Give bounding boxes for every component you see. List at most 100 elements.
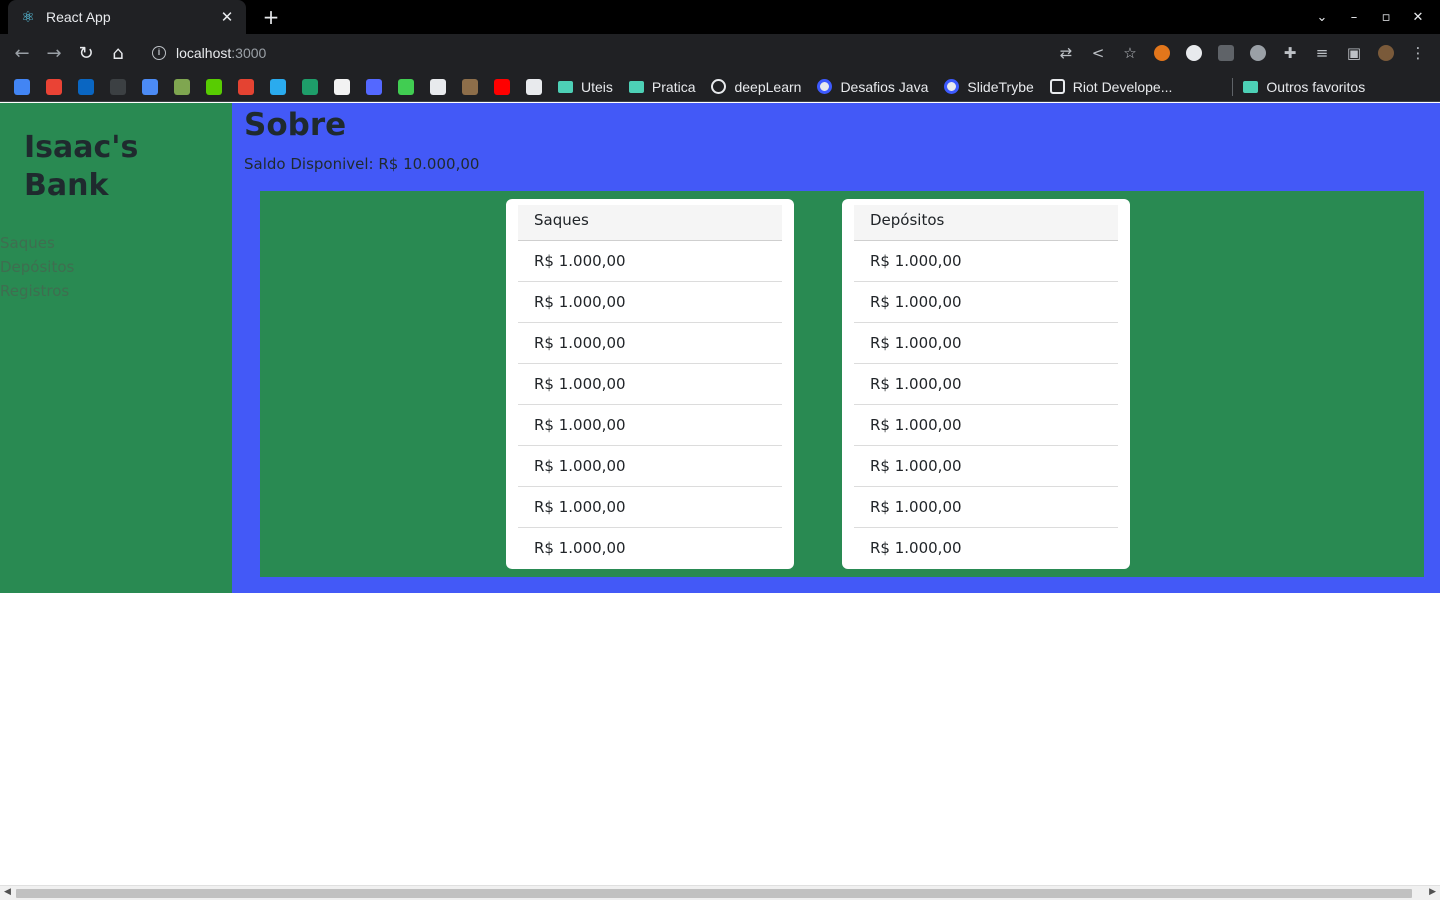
telegram-icon[interactable] [270, 78, 286, 95]
metamask-icon[interactable] [1146, 37, 1178, 69]
sidebar: Isaac's Bank Saques Depósitos Registros [0, 103, 232, 593]
reading-list-icon[interactable]: ≡ [1306, 37, 1338, 69]
sidebar-item-depositos[interactable]: Depósitos [0, 255, 74, 279]
card-saques: Saques R$ 1.000,00 R$ 1.000,00 R$ 1.000,… [506, 199, 794, 569]
list-item: R$ 1.000,00 [518, 323, 782, 364]
reload-icon[interactable]: ↻ [70, 37, 102, 69]
vscode-icon[interactable] [302, 78, 318, 95]
side-panel-icon[interactable]: ▣ [1338, 37, 1370, 69]
dev-icon[interactable] [366, 78, 382, 95]
translate-icon[interactable]: ⇄ [1050, 37, 1082, 69]
folder-icon [628, 80, 644, 93]
poop-icon[interactable] [462, 78, 478, 95]
bookmark-label: Pratica [651, 78, 696, 95]
bookmark-slidetrybe[interactable]: SlideTrybe [944, 78, 1034, 95]
bookmarks-separator [1232, 77, 1234, 96]
tab-react-app[interactable]: ⚛ React App ✕ [8, 0, 246, 34]
list-item: R$ 1.000,00 [518, 364, 782, 405]
list-item: R$ 1.000,00 [854, 446, 1118, 487]
bookmark-label: Desafios Java [840, 78, 929, 95]
forward-arrow-icon[interactable]: → [38, 37, 70, 69]
menu-kebab-icon[interactable]: ⋮ [1402, 37, 1434, 69]
toolbar-actions: ⇄ < ☆ ✚ ≡ ▣ ⋮ [1050, 37, 1434, 69]
list-item: R$ 1.000,00 [854, 487, 1118, 528]
list-item: R$ 1.000,00 [518, 282, 782, 323]
camera-extension-icon[interactable] [1210, 37, 1242, 69]
scroll-right-icon[interactable]: ▶ [1429, 887, 1436, 897]
react-logo-icon: ⚛ [21, 8, 35, 26]
youtube-icon[interactable] [494, 78, 510, 95]
list-item: R$ 1.000,00 [534, 539, 626, 557]
bookmark-riot-develope[interactable]: Riot Develope... [1049, 78, 1173, 95]
horizontal-scrollbar[interactable]: ◀ ▶ [0, 885, 1440, 900]
tab-title: React App [46, 9, 111, 25]
bookmark-desafios-java[interactable]: Desafios Java [817, 79, 928, 95]
list-item: R$ 1.000,00 [518, 241, 782, 282]
site-info-icon[interactable]: i [152, 46, 166, 60]
scroll-left-icon[interactable]: ◀ [4, 887, 11, 897]
list-item: R$ 1.000,00 [518, 487, 782, 528]
list-item: R$ 1.000,00 [854, 323, 1118, 364]
todo-icon[interactable] [238, 78, 254, 95]
sidebar-nav: Saques Depósitos Registros [0, 231, 74, 303]
browser-toolbar: ← → ↻ ⌂ i localhost:3000 ⇄ < ☆ ✚ ≡ ▣ ⋮ [0, 34, 1440, 72]
list-item: R$ 1.000,00 [854, 241, 1118, 282]
list-item: R$ 1.000,00 [870, 539, 962, 557]
app-page: Isaac's Bank Saques Depósitos Registros … [0, 103, 1440, 593]
card-header: Saques [518, 205, 782, 241]
ninja-icon[interactable] [526, 78, 542, 95]
bookmarks-bar: Uteis Pratica deepLearn Desafios Java SlideT… [0, 72, 1440, 102]
globe-icon [711, 79, 727, 94]
list-item: R$ 1.000,00 [854, 364, 1118, 405]
bookmark-uteis[interactable]: Uteis [558, 79, 613, 95]
profile-avatar[interactable] [1370, 37, 1402, 69]
balance-text: Saldo Disponivel: R$ 10.000,00 [244, 155, 480, 173]
sidebar-item-saques[interactable]: Saques [0, 231, 74, 255]
list-item: R$ 1.000,00 [854, 405, 1118, 446]
bookmark-deeplearn[interactable]: deepLearn [711, 79, 801, 95]
card-header: Depósitos [854, 205, 1118, 241]
extensions-puzzle-icon[interactable]: ✚ [1274, 37, 1306, 69]
scrollbar-thumb[interactable] [16, 889, 1412, 898]
cards-panel: Saques R$ 1.000,00 R$ 1.000,00 R$ 1.000,… [260, 191, 1424, 577]
gmail-icon[interactable] [46, 78, 62, 95]
k-icon[interactable] [142, 78, 158, 95]
card-rows: R$ 1.000,00 R$ 1.000,00 R$ 1.000,00 R$ 1… [518, 241, 782, 569]
new-tab-button[interactable]: + [258, 4, 284, 30]
tab-close-icon[interactable]: ✕ [218, 8, 236, 26]
address-bar[interactable]: i localhost:3000 [140, 38, 1140, 68]
linkedin-icon[interactable] [78, 78, 94, 95]
github-icon[interactable] [110, 78, 126, 95]
brand-title: Isaac's Bank [24, 130, 139, 203]
back-arrow-icon[interactable]: ← [6, 37, 38, 69]
owl-icon[interactable] [206, 78, 222, 95]
sidebar-item-registros[interactable]: Registros [0, 279, 74, 303]
card-depositos: Depósitos R$ 1.000,00 R$ 1.000,00 R$ 1.0… [842, 199, 1130, 569]
figma-icon[interactable] [334, 78, 350, 95]
add-extension-icon[interactable] [1178, 37, 1210, 69]
main-content: Sobre Saldo Disponivel: R$ 10.000,00 Saq… [232, 103, 1440, 593]
url-host: localhost [176, 45, 232, 61]
star-icon[interactable]: ☆ [1114, 37, 1146, 69]
tab-strip: ⚛ React App ✕ + ⌄ – ▫ ✕ [0, 0, 1440, 34]
close-window-icon[interactable]: ✕ [1402, 10, 1434, 25]
mask-icon[interactable] [430, 78, 446, 95]
site-icon [944, 79, 960, 94]
folder-icon [1243, 80, 1259, 93]
tab-search-icon[interactable]: ⌄ [1306, 10, 1338, 25]
mask-extension-icon[interactable] [1242, 37, 1274, 69]
other-favorites-folder[interactable]: Outros favoritos [1243, 79, 1365, 95]
calendar-icon[interactable] [14, 78, 30, 95]
list-item: R$ 1.000,00 [854, 282, 1118, 323]
bookmark-label: SlideTrybe [967, 78, 1034, 95]
qt-icon[interactable] [398, 78, 414, 95]
home-icon[interactable]: ⌂ [102, 37, 134, 69]
maximize-icon[interactable]: ▫ [1370, 10, 1402, 25]
page-title: Sobre [244, 107, 347, 143]
minimize-icon[interactable]: – [1338, 10, 1370, 25]
share-icon[interactable]: < [1082, 37, 1114, 69]
bookmark-label: Riot Develope... [1072, 78, 1173, 95]
chess-icon[interactable] [174, 78, 190, 95]
bookmark-pratica[interactable]: Pratica [628, 78, 696, 95]
list-item: R$ 1.000,00 [518, 446, 782, 487]
